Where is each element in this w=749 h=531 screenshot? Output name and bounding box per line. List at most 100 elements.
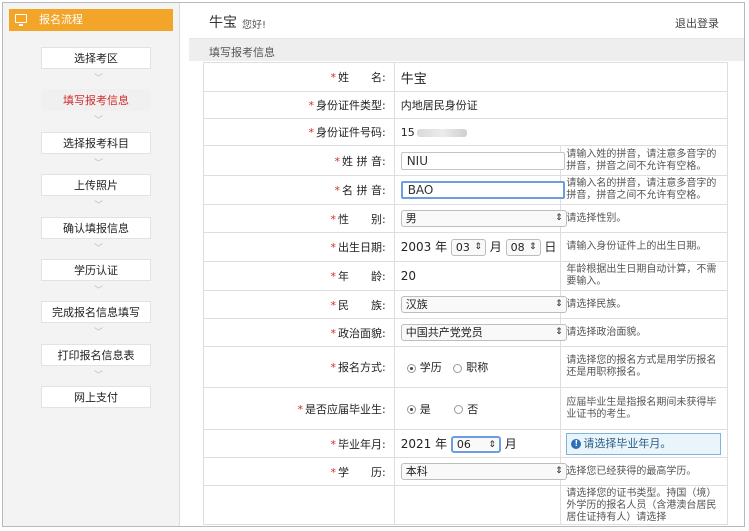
field-label: * 政治面貌: xyxy=(203,318,395,347)
form-row-gender: * 性 别: 男 ⇕ 请选择性别。 xyxy=(203,204,728,233)
gender-select[interactable]: 男 ⇕ xyxy=(400,210,567,227)
user-name: 牛宝 xyxy=(209,15,237,31)
surname-pinyin-hint: 请输入姓的拼音，请注意多音字的拼音，拼音之间不允许有空格。 xyxy=(560,145,728,176)
name-value: 牛宝 xyxy=(393,62,729,92)
grad-year: 2021 xyxy=(400,436,432,451)
form-row-given-pinyin: * 名 拼 音: BAO 请输入名的拼音，请注意多音字的拼音，拼音之间不允许有空格… xyxy=(203,175,728,205)
method-cell: 学历 职称 xyxy=(393,346,562,388)
main-content: 牛宝 您好! 退出登录 填写报考信息 * 姓 名: 牛宝 * 身份证件类型: 内地居… xyxy=(189,3,744,526)
age-value: 20 xyxy=(393,261,562,291)
form-row-certificate: 请选择您的证书类型。持国（境）外学历的报名人员（含港澳台居民居住证持有人）请选择 xyxy=(203,485,728,525)
form-row-fresh-graduate: * 是否应届毕业生: 是 否 应届毕业生是指报名期间未获得毕业证书的考生。 xyxy=(203,387,728,430)
sidebar-step-confirm-info[interactable]: 确认填报信息 xyxy=(41,217,151,239)
form-row-age: * 年 龄: 20 年龄根据出生日期自动计算，不需要输入。 xyxy=(203,261,728,291)
required-icon: * xyxy=(330,326,336,340)
given-pinyin-hint: 请输入名的拼音，请注意多音字的拼音，拼音之间不允许有空格。 xyxy=(560,175,728,205)
logout-link[interactable]: 退出登录 xyxy=(675,15,719,31)
chevron-down-icon: ﹀ xyxy=(94,201,104,211)
select-arrow-icon: ⇕ xyxy=(555,299,563,309)
sidebar-step-fill-info[interactable]: 填写报考信息 xyxy=(41,89,151,111)
birth-year: 2003 xyxy=(400,240,432,254)
form-row-name: * 姓 名: 牛宝 xyxy=(203,62,729,92)
required-icon: * xyxy=(330,270,336,283)
sidebar-step-select-region[interactable]: 选择考区 xyxy=(41,47,151,69)
greeting: 您好! xyxy=(242,20,267,31)
form-row-surname-pinyin: * 姓 拼 音: NIU 请输入姓的拼音，请注意多音字的拼音，拼音之间不允许有空格… xyxy=(203,145,728,176)
select-arrow-icon: ⇕ xyxy=(555,213,563,223)
chevron-down-icon: ﹀ xyxy=(94,74,104,84)
method-title-radio[interactable] xyxy=(453,363,463,373)
required-icon: * xyxy=(330,241,336,254)
sidebar: 报名流程 选择考区 ﹀ 填写报考信息 ﹀ 选择报考科目 ﹀ 上传照片 ﹀ 确认填… xyxy=(3,3,180,526)
form-row-id-type: * 身份证件类型: 内地居民身份证 xyxy=(203,91,729,119)
sidebar-step-online-payment[interactable]: 网上支付 xyxy=(41,386,151,408)
sidebar-step-print-form[interactable]: 打印报名信息表 xyxy=(41,344,151,366)
sidebar-step-education-verify[interactable]: 学历认证 xyxy=(41,259,151,281)
registration-form: * 姓 名: 牛宝 * 身份证件类型: 内地居民身份证 * 身份证件号码: 15 * 姓… xyxy=(203,62,729,525)
sidebar-step-select-subjects[interactable]: 选择报考科目 xyxy=(41,132,151,154)
field-label xyxy=(203,485,395,525)
political-status-select[interactable]: 中国共产党党员 ⇕ xyxy=(400,324,567,341)
certificate-hint: 请选择您的证书类型。持国（境）外学历的报名人员（含港澳台居民居住证持有人）请选择 xyxy=(560,485,728,525)
birth-month-select[interactable]: 03 ⇕ xyxy=(450,239,486,256)
select-arrow-icon: ⇕ xyxy=(555,327,563,337)
required-icon: * xyxy=(330,212,336,226)
field-label: * 民 族: xyxy=(203,290,395,319)
field-label: * 出生日期: xyxy=(203,232,395,262)
sidebar-step-upload-photo[interactable]: 上传照片 xyxy=(41,174,151,196)
gender-hint: 请选择性别。 xyxy=(560,204,728,233)
form-row-registration-method: * 报名方式: 学历 职称 请选择您的报名方式是用学历报名还是用职称报名。 xyxy=(203,346,728,388)
age-hint: 年龄根据出生日期自动计算，不需要输入。 xyxy=(560,261,728,291)
id-number-cell: 15 xyxy=(393,118,729,146)
political-cell: 中国共产党党员 ⇕ xyxy=(393,318,567,347)
field-label: * 身份证件类型: xyxy=(203,91,395,119)
form-row-education: * 学 历: 本科 ⇕ 选择您已经获得的最高学历。 xyxy=(203,457,728,486)
fresh-grad-hint: 应届毕业生是指报名期间未获得毕业证书的考生。 xyxy=(560,387,728,430)
required-icon: * xyxy=(330,465,336,479)
select-arrow-icon: ⇕ xyxy=(474,242,482,252)
required-icon: * xyxy=(334,154,341,168)
surname-pinyin-input[interactable]: NIU xyxy=(400,151,565,170)
birth-day-select[interactable]: 08 ⇕ xyxy=(505,239,541,256)
page-frame: 报名流程 选择考区 ﹀ 填写报考信息 ﹀ 选择报考科目 ﹀ 上传照片 ﹀ 确认填… xyxy=(2,2,745,527)
ethnicity-select[interactable]: 汉族 ⇕ xyxy=(400,296,567,313)
chevron-down-icon: ﹀ xyxy=(94,159,104,169)
method-degree-radio[interactable] xyxy=(406,363,416,373)
required-icon: * xyxy=(297,402,303,416)
fresh-grad-cell: 是 否 xyxy=(393,387,562,430)
education-select[interactable]: 本科 ⇕ xyxy=(400,463,567,480)
form-row-ethnicity: * 民 族: 汉族 ⇕ 请选择民族。 xyxy=(203,290,728,319)
top-bar: 牛宝 您好! 退出登录 xyxy=(189,3,744,35)
section-title-bar: 填写报考信息 xyxy=(189,38,744,61)
field-label: * 报名方式: xyxy=(203,346,395,388)
certificate-cell xyxy=(393,485,562,525)
education-hint: 选择您已经获得的最高学历。 xyxy=(560,457,728,486)
chevron-down-icon: ﹀ xyxy=(94,286,104,296)
political-hint: 请选择政治面貌。 xyxy=(560,318,728,347)
monitor-icon xyxy=(15,14,27,26)
form-row-birth-date: * 出生日期: 2003 年 03 ⇕ 月 08 ⇕ 日 请输入身份证件上的出生日期。 xyxy=(203,232,728,262)
fresh-grad-no-radio[interactable] xyxy=(454,405,464,414)
grad-month-select[interactable]: 06 ⇕ xyxy=(450,435,501,453)
field-label: * 是否应届毕业生: xyxy=(203,387,395,430)
id-number-value: 15 xyxy=(400,125,415,139)
select-arrow-icon: ⇕ xyxy=(488,439,496,450)
chevron-down-icon: ﹀ xyxy=(94,116,104,126)
given-pinyin-cell: BAO xyxy=(393,175,565,205)
form-row-id-number: * 身份证件号码: 15 xyxy=(203,118,729,146)
education-cell: 本科 ⇕ xyxy=(393,457,567,486)
sidebar-step-complete-registration[interactable]: 完成报名信息填写 xyxy=(41,301,151,323)
field-label: * 年 龄: xyxy=(203,261,395,291)
required-icon: * xyxy=(330,437,336,451)
form-row-graduation-date: * 毕业年月: 2021 年 06 ⇕ 月 ! 请选择毕业年月。 xyxy=(203,429,728,458)
field-label: * 姓 拼 音: xyxy=(203,145,395,176)
fresh-grad-yes-radio[interactable] xyxy=(406,405,416,414)
given-pinyin-input[interactable]: BAO xyxy=(400,181,565,199)
ethnicity-hint: 请选择民族。 xyxy=(560,290,728,319)
chevron-down-icon: ﹀ xyxy=(94,371,104,381)
section-title: 填写报考信息 xyxy=(209,46,275,59)
select-arrow-icon: ⇕ xyxy=(529,242,537,252)
ethnicity-cell: 汉族 ⇕ xyxy=(393,290,567,319)
grad-date-alert: ! 请选择毕业年月。 xyxy=(566,432,721,455)
id-type-value: 内地居民身份证 xyxy=(393,91,729,119)
